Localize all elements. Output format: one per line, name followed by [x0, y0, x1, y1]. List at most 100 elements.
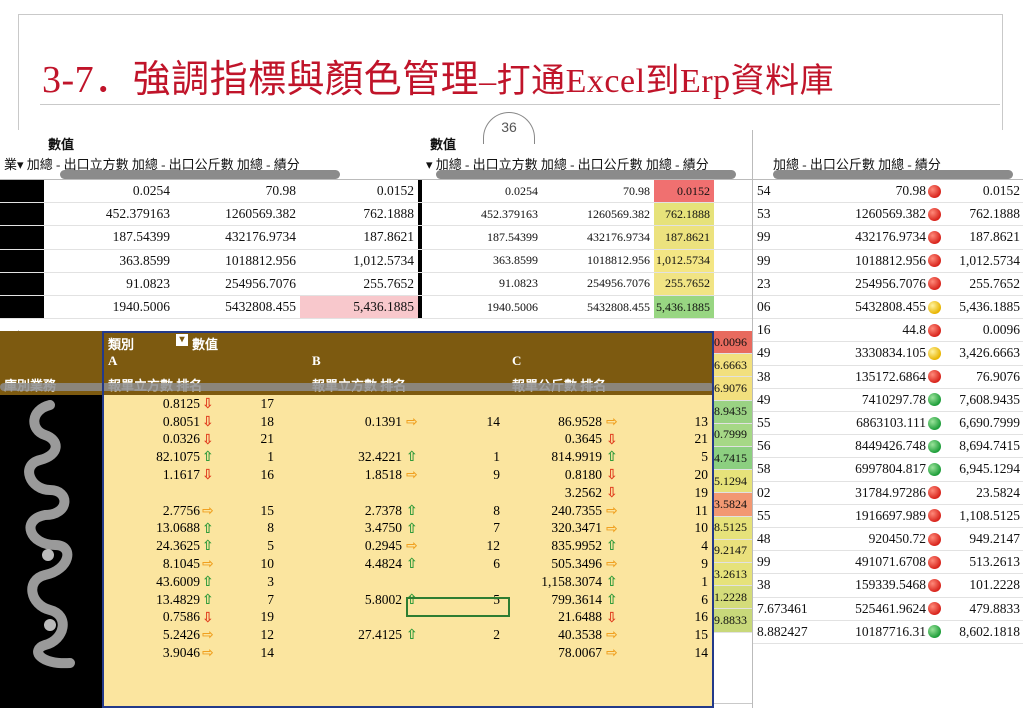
arrow-down-icon: ⇩: [606, 431, 618, 448]
cell-score: 255.7652: [969, 275, 1020, 291]
cell-weight: 8449426.748: [783, 435, 945, 457]
cell-c-rank: 15: [694, 627, 709, 643]
cell-weight: 432176.9734: [587, 229, 650, 244]
cell-b-rank: 1: [493, 449, 500, 465]
arrow-up-icon: ⇧: [202, 574, 214, 590]
pivot-row: 0.0326 ⇩ 21 0.3645 ⇩ 21: [104, 431, 714, 449]
cell-a-rank: 7: [267, 591, 274, 607]
green-circle-icon: [928, 462, 941, 476]
arrow-down-icon: ⇩: [606, 485, 618, 501]
cell-weight: 491071.6708: [783, 551, 945, 573]
table-row: 0.0254 70.98 0.0152: [0, 180, 425, 204]
color-scale-cell: 3.5824: [712, 493, 752, 517]
cell-partial: 38: [757, 368, 771, 384]
pivot-screenshot-plain: 數值 業▾ 加總 - 出口立方數 加總 - 出口公斤數 加總 - 績分 0.02…: [0, 130, 425, 330]
arrow-up-icon: ⇧: [606, 538, 618, 555]
cell-c-rank: 21: [694, 431, 709, 447]
cell-score: 0.0152: [654, 180, 714, 203]
cell-weight: 7410297.78: [783, 389, 945, 411]
cell-a-value: 13.0688: [156, 520, 200, 536]
cell-b-value: 0.1391: [364, 413, 402, 429]
pivot-row: 43.6009 ⇧ 3 1,158.3074 ⇧ 1: [104, 573, 714, 591]
cell-a-rank: 12: [260, 627, 275, 643]
table-row: 99 491071.6708 513.2613: [753, 551, 1023, 575]
selected-cell[interactable]: [406, 597, 510, 617]
arrow-side-icon: ⇨: [606, 627, 618, 644]
cell-c-rank: 5: [701, 449, 708, 465]
cell-score: 6,945.1294: [959, 461, 1020, 477]
cell-cubic: 1940.5006: [112, 299, 170, 315]
cell-c-value: 86.9528: [558, 413, 602, 429]
cell-cubic: 0.0254: [505, 183, 538, 198]
table-row: 02 31784.97286 23.5824: [753, 482, 1023, 505]
cell-score: 255.7652: [363, 275, 414, 291]
cell-partial: 55: [757, 415, 771, 431]
arrow-side-icon: ⇨: [606, 520, 618, 537]
cell-score: 1,012.5734: [959, 252, 1020, 268]
cell-b-value: 4.4824: [364, 556, 402, 572]
color-scale-side-column: 0.0096 6.6663 6.9076 8.9435 0.7999 4.7415 5.12…: [712, 331, 754, 676]
pivot-header: 加總 - 出口公斤數 加總 - 績分: [753, 130, 1023, 180]
yellow-circle-icon: [928, 300, 941, 314]
pivot-header: 數值 ▾ 加總 - 出口立方數 加總 - 出口公斤數 加總 - 績分: [422, 130, 754, 180]
red-circle-icon: [928, 277, 941, 291]
cell-partial: 8.882427: [757, 623, 808, 639]
cell-score: 1,012.5734: [353, 252, 414, 268]
cell-c-value: 320.3471: [551, 520, 602, 536]
table-row: 99 1018812.956 1,012.5734: [753, 250, 1023, 273]
table-row: 23 254956.7076 255.7652: [753, 273, 1023, 296]
cell-score: 762.1888: [654, 203, 714, 226]
cell-c-rank: 9: [701, 556, 708, 572]
cell-score: 479.8833: [969, 600, 1020, 616]
arrow-up-icon: ⇧: [202, 538, 214, 555]
cell-b-value: 5.8002: [364, 591, 402, 607]
arrow-up-icon: ⇧: [406, 502, 418, 519]
cell-cubic: 0.0254: [132, 183, 170, 199]
cell-cubic: 91.0823: [499, 276, 538, 291]
cell-a-value: 3.9046: [162, 645, 200, 661]
cell-c-rank: 1: [701, 573, 708, 589]
color-scale-cell: 6.9076: [712, 377, 752, 401]
arrow-down-icon: ⇩: [606, 467, 618, 484]
cell-weight: 432176.9734: [225, 229, 296, 245]
table-row: 53 1260569.382 762.1888: [753, 203, 1023, 227]
cell-partial: 53: [757, 206, 771, 222]
cell-weight: 1260569.382: [783, 203, 945, 225]
pivot-table-arrows: 類別 ▾ 數值 A B C 庫別業務 報單立方數 排名 報單立方數 排名 報單公…: [0, 331, 714, 708]
arrow-side-icon: ⇨: [406, 467, 418, 484]
arrow-down-icon: ⇩: [202, 467, 214, 484]
cell-cubic: 91.0823: [126, 275, 170, 291]
color-scale-cell: 9.2147: [712, 539, 752, 563]
column-b-label: B: [312, 353, 321, 368]
table-row: 54 70.98 0.0152: [753, 180, 1023, 204]
cell-weight: 10187716.31: [783, 621, 945, 643]
red-circle-icon: [928, 254, 941, 268]
category-label: 類別: [108, 337, 135, 352]
cell-a-value: 13.4829: [156, 591, 200, 607]
cell-score: 5,436.1885: [300, 296, 418, 319]
pivot-row: 24.3625 ⇧ 5 0.2945 ⇨ 12 835.9952 ⇧ 4: [104, 537, 714, 555]
cell-c-rank: 6: [701, 591, 708, 607]
cell-score: 3,426.6663: [959, 345, 1020, 361]
table-row: 38 159339.5468 101.2228: [753, 574, 1023, 598]
redacted-cell: [0, 272, 44, 295]
redaction-scribble: [436, 170, 736, 179]
cell-score: 1,012.5734: [654, 249, 714, 272]
arrow-side-icon: ⇨: [606, 645, 618, 662]
cell-c-rank: 16: [694, 609, 709, 625]
color-scale-cell: 0.7999: [712, 423, 752, 447]
arrow-up-icon: ⇧: [606, 591, 618, 608]
table-row: 8.882427 10187716.31 8,602.1818: [753, 621, 1023, 644]
cell-c-rank: 14: [694, 645, 709, 661]
cell-weight: 1916697.989: [783, 505, 945, 527]
green-circle-icon: [928, 439, 941, 453]
table-row: 1940.5006 5432808.455 5,436.1885: [422, 296, 754, 320]
table-row: 91.0823 254956.7076 255.7652: [0, 272, 425, 296]
redaction-scribble-icon: [24, 400, 75, 669]
filter-icon[interactable]: ▾: [176, 334, 188, 346]
red-circle-icon: [928, 370, 941, 384]
table-row: 49 7410297.78 7,608.9435: [753, 389, 1023, 412]
cell-weight: 1018812.956: [587, 253, 650, 268]
values-label: 數值: [48, 137, 75, 152]
pivot-row: 2.7756 ⇨ 15 2.7378 ⇧ 8 240.7355 ⇨ 11: [104, 502, 714, 520]
